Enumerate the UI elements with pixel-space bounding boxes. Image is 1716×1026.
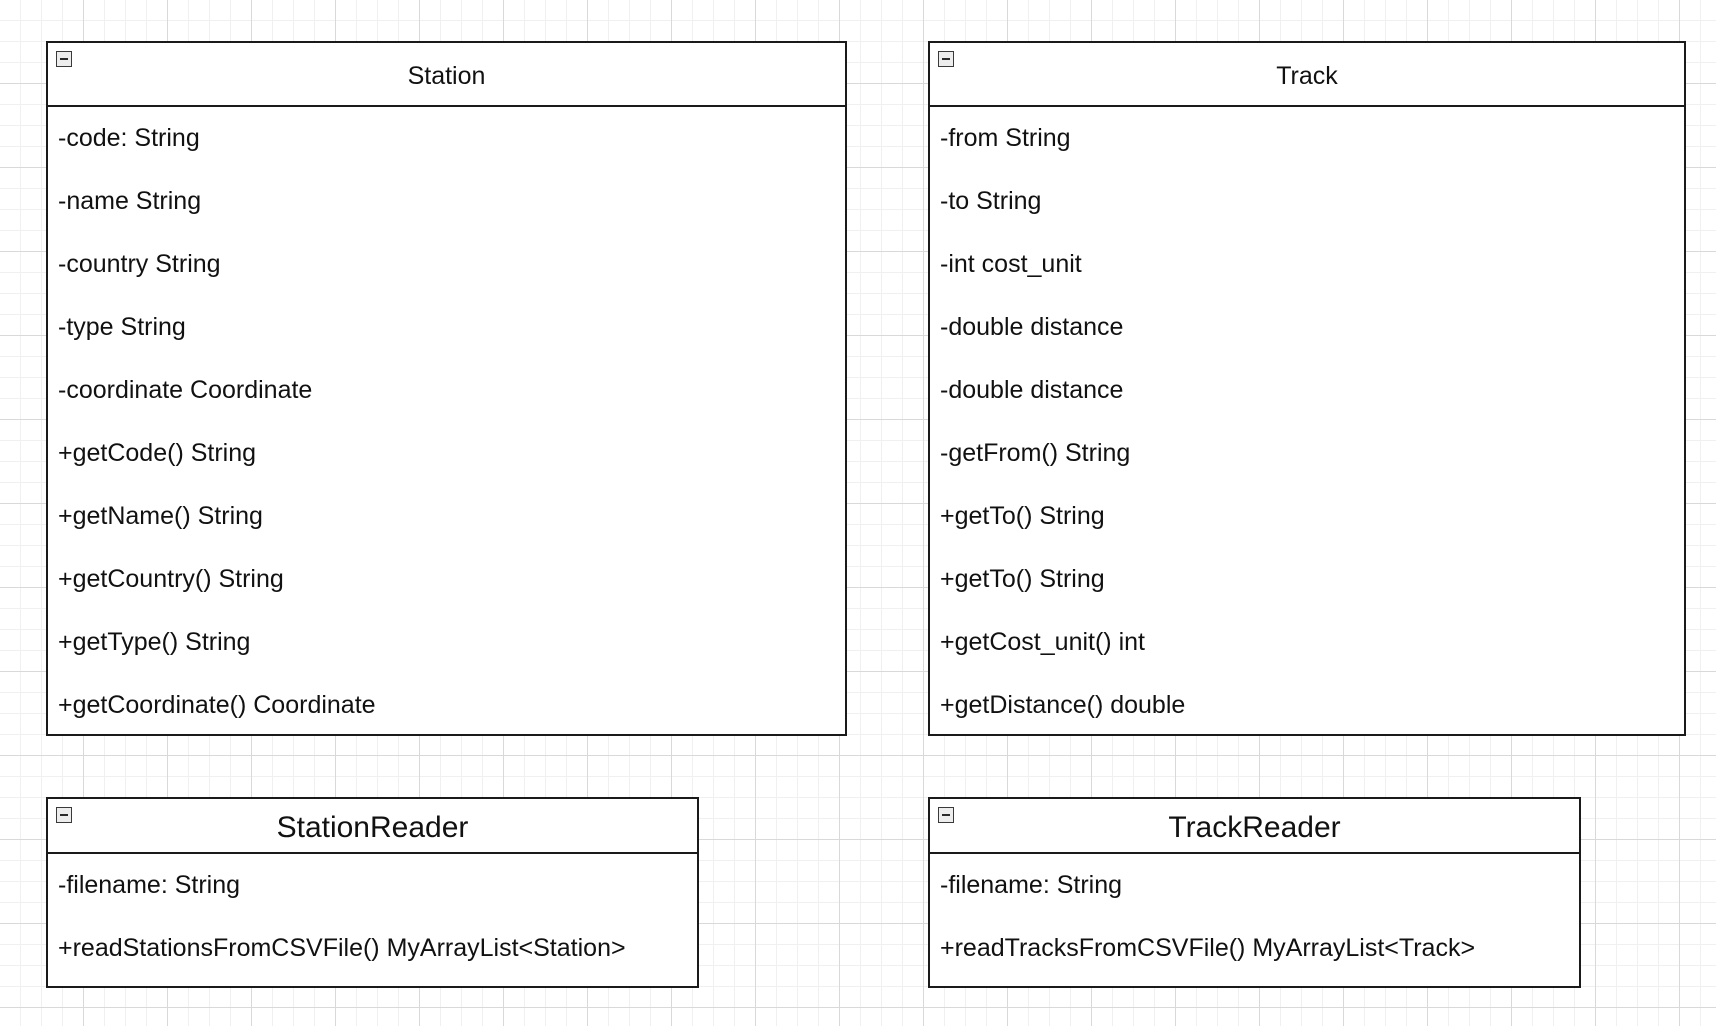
member-row[interactable]: +getTo() String [940, 548, 1684, 611]
member-row[interactable]: -name String [58, 170, 845, 233]
class-header[interactable]: TrackReader [930, 799, 1579, 854]
collapse-icon[interactable] [56, 807, 72, 823]
member-row[interactable]: +getCost_unit() int [940, 611, 1684, 674]
member-row[interactable]: -code: String [58, 107, 845, 170]
class-name[interactable]: TrackReader [1168, 809, 1340, 843]
member-row[interactable]: -coordinate Coordinate [58, 359, 845, 422]
member-row[interactable]: -country String [58, 233, 845, 296]
class-members: -filename: String +readStationsFromCSVFi… [48, 854, 697, 980]
class-name[interactable]: Track [1276, 60, 1338, 89]
member-row[interactable]: -type String [58, 296, 845, 359]
member-row[interactable]: -double distance [940, 359, 1684, 422]
class-station-reader[interactable]: StationReader -filename: String +readSta… [46, 797, 699, 988]
member-row[interactable]: -double distance [940, 296, 1684, 359]
class-name[interactable]: StationReader [277, 809, 469, 843]
member-row[interactable]: -int cost_unit [940, 233, 1684, 296]
member-row[interactable]: -getFrom() String [940, 422, 1684, 485]
member-row[interactable]: -filename: String [940, 854, 1579, 917]
member-row[interactable]: +getName() String [58, 485, 845, 548]
class-station[interactable]: Station -code: String -name String -coun… [46, 41, 847, 736]
class-header[interactable]: StationReader [48, 799, 697, 854]
member-row[interactable]: -from String [940, 107, 1684, 170]
member-row[interactable]: +getCountry() String [58, 548, 845, 611]
class-track[interactable]: Track -from String -to String -int cost_… [928, 41, 1686, 736]
class-track-reader[interactable]: TrackReader -filename: String +readTrack… [928, 797, 1581, 988]
member-row[interactable]: +readStationsFromCSVFile() MyArrayList<S… [58, 917, 697, 980]
member-row[interactable]: +getDistance() double [940, 674, 1684, 737]
collapse-icon[interactable] [938, 807, 954, 823]
member-row[interactable]: -filename: String [58, 854, 697, 917]
class-members: -code: String -name String -country Stri… [48, 107, 845, 737]
member-row[interactable]: +getCode() String [58, 422, 845, 485]
collapse-icon[interactable] [938, 51, 954, 67]
class-header[interactable]: Track [930, 43, 1684, 107]
class-name[interactable]: Station [408, 60, 486, 89]
member-row[interactable]: +getTo() String [940, 485, 1684, 548]
member-row[interactable]: +getCoordinate() Coordinate [58, 674, 845, 737]
member-row[interactable]: +readTracksFromCSVFile() MyArrayList<Tra… [940, 917, 1579, 980]
collapse-icon[interactable] [56, 51, 72, 67]
class-members: -from String -to String -int cost_unit -… [930, 107, 1684, 737]
class-header[interactable]: Station [48, 43, 845, 107]
member-row[interactable]: +getType() String [58, 611, 845, 674]
class-members: -filename: String +readTracksFromCSVFile… [930, 854, 1579, 980]
member-row[interactable]: -to String [940, 170, 1684, 233]
diagram-canvas[interactable]: Station -code: String -name String -coun… [0, 0, 1716, 1026]
